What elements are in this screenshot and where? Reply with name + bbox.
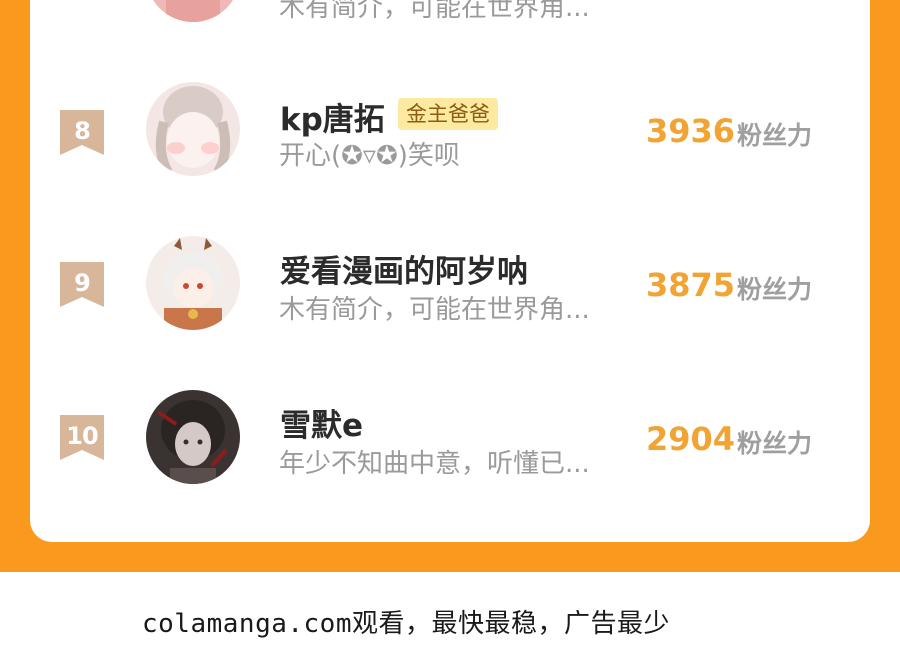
- user-bio: 木有简介，可能在世界角...: [279, 295, 590, 325]
- user-bio: 年少不知曲中意，听懂已...: [279, 449, 590, 479]
- avatar[interactable]: [146, 236, 240, 330]
- fan-count: 3875: [646, 266, 736, 304]
- list-item[interactable]: 10 雪默e 年少不知曲中意，听懂已... 2904 粉丝力: [0, 388, 900, 508]
- fan-count: 3936: [646, 112, 736, 150]
- footer-watermark: colamanga.com观看，最快最稳，广告最少: [142, 609, 670, 639]
- rank-number: 8: [74, 117, 91, 145]
- user-name[interactable]: 雪默e: [280, 400, 363, 445]
- fan-label: 粉丝力: [737, 429, 813, 458]
- fan-label: 粉丝力: [737, 121, 813, 150]
- rank-badge: 10: [60, 415, 104, 460]
- user-name[interactable]: 爱看漫画的阿岁呐: [280, 246, 528, 291]
- user-bio: 木有简介，可能在世界角...: [279, 0, 590, 23]
- avatar[interactable]: [146, 82, 240, 176]
- rank-badge: 9: [60, 262, 104, 307]
- rank-badge: 8: [60, 110, 104, 155]
- rank-number: 9: [74, 269, 91, 297]
- avatar[interactable]: [146, 390, 240, 484]
- fan-count: 2904: [646, 420, 736, 458]
- list-item[interactable]: 9 爱看漫画的阿岁呐 木有简介，可能在世界角... 3875 粉丝力: [0, 234, 900, 354]
- user-bio: 开心(✪▿✪)笑呗: [279, 141, 460, 171]
- rank-number: 10: [66, 422, 98, 450]
- fan-label: 粉丝力: [737, 275, 813, 304]
- list-item[interactable]: 8 kp唐拓 金主爸爸 开心(✪▿✪)笑呗 3936 粉丝力: [0, 80, 900, 200]
- sponsor-badge: 金主爸爸: [398, 98, 498, 130]
- user-name[interactable]: kp唐拓: [280, 94, 385, 139]
